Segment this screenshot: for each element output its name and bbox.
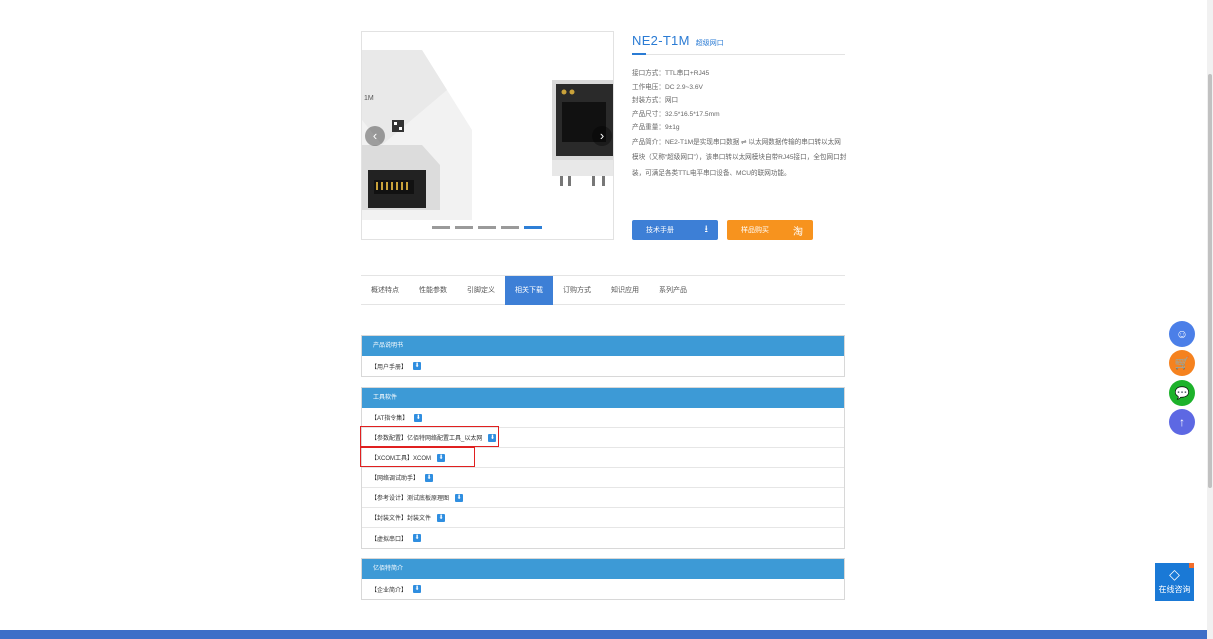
spec-package: 封装方式：网口	[632, 97, 679, 105]
spec-interface: 接口方式：TTL串口+RJ45	[632, 70, 710, 77]
gallery-dot[interactable]	[455, 226, 473, 229]
online-consult-button[interactable]: ◇ 在线咨询	[1155, 563, 1194, 601]
gallery-dots	[432, 226, 542, 229]
product-name: NE2-T1M	[632, 33, 690, 48]
spec-size: 产品尺寸：32.5*16.5*17.5mm	[632, 110, 720, 118]
download-icon[interactable]: ⬇	[425, 473, 434, 482]
spec-weight: 产品重量：9±1g	[632, 124, 680, 132]
tab-knowledge[interactable]: 知识应用	[601, 276, 649, 305]
wechat-icon[interactable]: 💬	[1169, 380, 1195, 406]
title-divider	[632, 54, 845, 55]
download-label[interactable]: 【虚拟串口】	[371, 534, 407, 543]
spec-voltage: 工作电压：DC 2.9~3.6V	[632, 83, 703, 91]
product-specs: 接口方式：TTL串口+RJ45 工作电压：DC 2.9~3.6V 封装方式：网口…	[632, 67, 847, 181]
download-label[interactable]: 【参考设计】测试底板原理图	[371, 493, 449, 502]
download-row[interactable]: 【用户手册】 ⬇	[362, 356, 844, 376]
tech-manual-label: 技术手册	[646, 227, 674, 234]
download-icon[interactable]: ⬇	[437, 513, 446, 522]
sample-buy-label: 样品购买	[741, 227, 769, 234]
sample-buy-button[interactable]: 样品购买 淘	[727, 220, 813, 240]
tab-performance[interactable]: 性能参数	[409, 276, 457, 305]
download-row[interactable]: 【参考设计】测试底板原理图 ⬇	[362, 488, 844, 508]
download-icon[interactable]: ⬇	[413, 585, 422, 593]
gallery-prev-button[interactable]: ‹	[365, 126, 385, 146]
gallery-next-button[interactable]: ›	[592, 126, 612, 146]
product-title-row: NE2-T1M 超级网口	[632, 33, 845, 48]
product-subtitle: 超级网口	[695, 40, 724, 47]
tab-overview[interactable]: 概述特点	[361, 276, 409, 305]
download-row[interactable]: 【网络调试助手】 ⬇	[362, 468, 844, 488]
footer-bar	[0, 630, 1207, 639]
gallery-dot[interactable]	[432, 226, 450, 229]
section-title: 亿佰特简介	[362, 559, 844, 579]
section-company: 亿佰特简介 【企业简介】 ⬇	[361, 558, 845, 600]
download-row[interactable]: 【封装文件】封装文件 ⬇	[362, 508, 844, 528]
taobao-icon: 淘	[793, 226, 803, 238]
spec-description: 产品简介：NE2-T1M是实现串口数据 ⇌ 以太网数据传输的串口转以太网模块（又…	[632, 138, 847, 177]
tab-ordering[interactable]: 订购方式	[553, 276, 601, 305]
product-gallery[interactable]: 1M ‹ ›	[361, 31, 614, 240]
download-label[interactable]: 【企业简介】	[371, 585, 407, 594]
tab-pinout[interactable]: 引脚定义	[457, 276, 505, 305]
tab-downloads[interactable]: 相关下载	[505, 276, 553, 305]
download-icon: ⭳	[704, 223, 709, 235]
download-row[interactable]: 【虚拟串口】 ⬇	[362, 528, 844, 548]
download-row[interactable]: 【企业简介】 ⬇	[362, 579, 844, 599]
gallery-dot[interactable]	[478, 226, 496, 229]
section-tools: 工具软件 【AT指令集】 ⬇ 【参数配置】亿佰特网络配置工具_以太网 ⬇ 【XC…	[361, 387, 845, 549]
tab-series[interactable]: 系列产品	[649, 276, 697, 305]
section-title: 工具软件	[362, 388, 844, 408]
highlight-box	[360, 447, 475, 467]
scrollbar-thumb[interactable]	[1208, 74, 1212, 488]
consult-badge	[1189, 563, 1194, 568]
download-label[interactable]: 【用户手册】	[371, 362, 407, 371]
cart-icon[interactable]: 🛒	[1169, 350, 1195, 376]
download-label[interactable]: 【网络调试助手】	[371, 473, 419, 482]
svg-text:1M: 1M	[364, 95, 374, 102]
download-label[interactable]: 【AT指令集】	[371, 413, 408, 422]
product-page: 1M ‹ › NE2-T1M 超级网口 接口方式：TTL串口+RJ45 工作电压…	[0, 0, 1213, 639]
gallery-dot[interactable]	[501, 226, 519, 229]
download-icon[interactable]: ⬇	[414, 413, 423, 422]
customer-service-icon[interactable]: ☺	[1169, 321, 1195, 347]
download-icon[interactable]: ⬇	[455, 493, 464, 502]
download-row[interactable]: 【AT指令集】 ⬇	[362, 408, 844, 428]
gallery-dot-active[interactable]	[524, 226, 542, 229]
download-icon[interactable]: ⬇	[413, 362, 422, 370]
highlight-box	[360, 426, 499, 447]
download-label[interactable]: 【封装文件】封装文件	[371, 513, 431, 522]
title-accent	[632, 53, 646, 55]
product-tabs: 概述特点 性能参数 引脚定义 相关下载 订购方式 知识应用 系列产品	[361, 275, 845, 305]
consult-label: 在线咨询	[1158, 585, 1191, 594]
download-icon[interactable]: ⬇	[413, 534, 422, 542]
section-manual: 产品说明书 【用户手册】 ⬇	[361, 335, 845, 377]
back-to-top-icon[interactable]: ↑	[1169, 409, 1195, 435]
section-title: 产品说明书	[362, 336, 844, 356]
tech-manual-button[interactable]: 技术手册 ⭳	[632, 220, 718, 240]
